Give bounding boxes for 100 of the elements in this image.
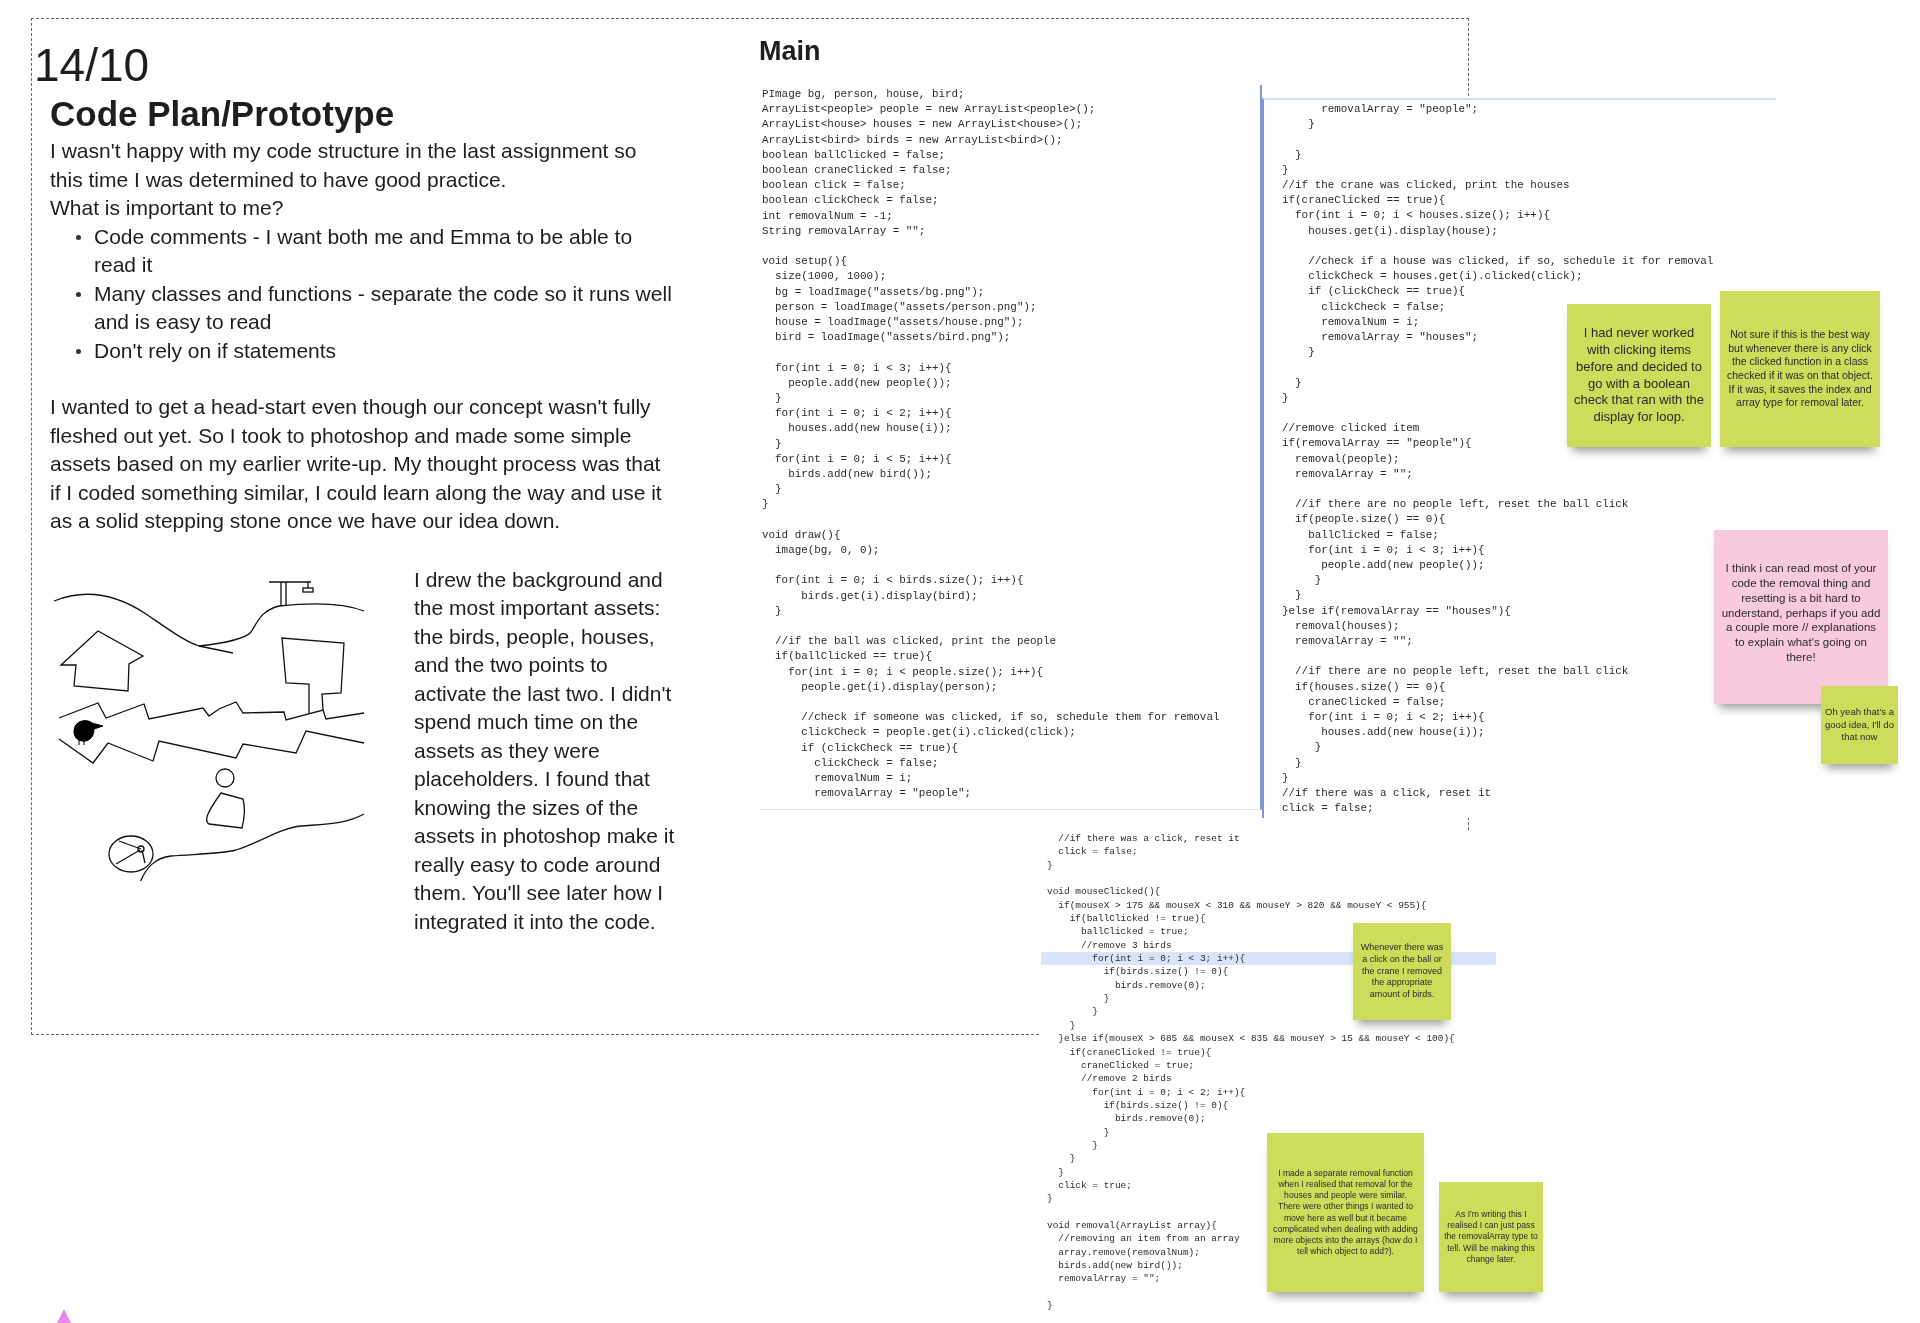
bullet-text: Don't rely on if statements [94,337,338,364]
code-line: boolean craneClicked = false; [762,163,952,178]
code-line: for(int i = 0; i < 3; i++){ [1091,952,1246,966]
code-line: if(craneClicked == true){ [1282,193,1446,209]
code-line: } [1102,992,1110,1006]
sticky-note[interactable]: I think i can read most of your code the removal thing and resetting is a bit hard to understand, perhaps if you add a couple more // explanations to explain what's going on there! [1714,530,1888,704]
code-line: for(int i = 0; i < people.size(); i++){ [787,664,1044,680]
code-line: } [774,436,782,452]
triangle-icon [57,1309,71,1323]
code-line: //if the crane was clicked, print the houses [1282,178,1570,193]
code-line: } [1102,1125,1110,1139]
code-line: removalNum = i; [813,771,913,787]
code-line: //if there was a click, reset it [1282,786,1492,802]
code-line: } [1068,1018,1076,1033]
code-line: removalArray = "houses"; [1320,330,1479,345]
code-line: ballClicked = false; [1307,527,1439,543]
code-line: for(int i = 0; i < 2; i++){ [1091,1085,1246,1099]
code-line: PImage bg, person, house, bird; [762,87,965,102]
code-line: removalArray = ""; [1057,1272,1161,1286]
sticky-note[interactable]: As I'm writing this I realised I can just pass the removalArray type to tell. Will be making this change later. [1439,1182,1543,1292]
code-line: }else if(mouseX > 685 && mouseX < 835 && mouseY > 15 && mouseY < 100){ [1057,1032,1455,1046]
code-line: bg = loadImage("assets/bg.png"); [774,284,985,300]
code-line: ArrayList<house> houses = new ArrayList<house>(); [762,117,1083,133]
code-line: removalArray = ""; [1294,466,1413,482]
code-line: if(mouseX > 175 && mouseX < 310 && mouseY > 820 && mouseY < 955){ [1057,898,1427,913]
code-line: //remove clicked item [1282,421,1420,437]
code-line: craneClicked = false; [1307,694,1446,710]
page-title: Code Plan/Prototype [50,93,396,135]
code-line: birds.add(new bird()); [1057,1259,1183,1273]
code-line: clickCheck = houses.get(i).clicked(click); [1307,269,1583,285]
code-line: people.add(new people()); [1320,558,1485,573]
code-line: if (clickCheck == true){ [1307,284,1465,300]
code-line: } [1307,117,1315,133]
date-heading: 14/10 [34,39,151,91]
code-line: } [1047,1192,1053,1206]
code-line: //if there are no people left, reset the ball click [1294,664,1629,680]
paragraph: What is important to me? [50,195,285,221]
code-line: size(1000, 1000); [774,269,887,285]
code-line: birds.remove(0); [1113,978,1206,993]
code-line: } [774,391,782,407]
code-line: removalNum = i; [1320,314,1420,330]
code-line: } [774,482,782,498]
code-line: clickCheck = false; [813,755,939,771]
code-line: craneClicked = true; [1079,1058,1195,1073]
code-line: } [774,603,782,619]
sticky-note[interactable]: Oh yeah that's a good idea, I'll do that now [1821,686,1898,764]
sticky-note[interactable]: Not sure if this is the best way but whenever there is any click the clicked function in a class checked if it was on that object. If it was, it saves the index and array type for removal later. [1720,291,1880,447]
sticky-note[interactable]: I had never worked with clicking items before and decided to go with a boolean check that ran with the display for loop. [1567,304,1711,447]
code-line: boolean clickCheck = false; [762,193,939,209]
code-line: //check if a house was clicked, if so, schedule it for removal [1307,254,1714,269]
code-line: ballClicked = true; [1079,925,1189,939]
code-line: array.remove(removalNum); [1057,1245,1200,1259]
code-line: birds.add(new bird()); [787,467,932,483]
code-line: for(int i = 0; i < 5; i++){ [774,451,952,467]
code-line: birds.get(i).display(bird); [800,588,978,604]
code-line: boolean click = false; [762,178,906,194]
code-line: if(birds.size() != 0){ [1102,1098,1229,1113]
bullet-text: Many classes and functions - separate the code so it runs well and is easy to read [94,280,672,335]
code-line: //if there was a click, reset it [1057,832,1240,846]
code-line: //check if someone was clicked, if so, schedule them for removal [800,710,1220,726]
code-line: if(ballClicked == true){ [774,649,932,665]
code-line: click = false; [1282,801,1374,817]
code-line: clickCheck = false; [1320,299,1446,315]
code-line: people.get(i).display(person); [800,679,998,695]
bullet-icon [76,291,81,297]
code-line: clickCheck = people.get(i).clicked(click); [800,725,1076,741]
code-line: if (clickCheck == true){ [800,740,959,756]
code-line: bird = loadImage("assets/bird.png"); [774,330,1011,346]
code-line: int removalNum = -1; [762,208,893,224]
code-line: } [1091,1005,1098,1019]
code-line: click = true; [1057,1178,1132,1193]
code-line: void removal(ArrayList array){ [1047,1218,1217,1233]
code-line: } [762,497,769,513]
code-line: }else if(removalArray == "houses"){ [1282,603,1511,619]
code-line: if(removalArray == "people"){ [1282,436,1472,452]
code-line: for(int i = 0; i < 2; i++){ [774,406,952,422]
sticky-note[interactable]: Whenever there was a click on the ball or the crane I removed the appropriate amount of birds. [1353,923,1451,1020]
code-line: //remove 3 birds [1079,938,1172,953]
code-line: for(int i = 0; i < 2; i++){ [1307,710,1485,726]
code-line: removal(houses); [1294,618,1400,634]
code-line: } [1057,1165,1064,1179]
code-line: //if the ball was clicked, print the people [774,634,1057,650]
bullet-icon [76,348,81,354]
code-line: if(ballClicked != true){ [1068,912,1206,926]
code-line: houses.get(i).display(house); [1307,223,1498,239]
bullet-text: Code comments - I want both me and Emma to be able to read it [94,223,634,278]
code-line: //if there are no people left, reset the ball click [1294,497,1629,513]
paragraph: I drew the background and the most important assets: the birds, people, houses, and the two points to activate the last two. I didn't spend much time on the assets as they were placeholders. I found that knowing the sizes of the assets in photoshop make it really easy to code around them. You'll see later how I integrated it into the code. [414,566,676,935]
code-line: } [1313,573,1322,589]
code-line: image(bg, 0, 0); [774,543,880,559]
code-line: //removing an item from an array [1057,1232,1240,1246]
code-line: } [1282,390,1289,406]
code-line: String removalArray = ""; [762,223,926,239]
code-line: ArrayList<bird> birds = new ArrayList<bird>(); [762,132,1063,148]
code-line: } [1068,1152,1076,1166]
code-line: void draw(){ [762,527,841,543]
code-line: removal(people); [1294,451,1400,467]
code-line: } [1294,588,1302,604]
code-line: house = loadImage("assets/house.png"); [774,315,1024,331]
sticky-note[interactable]: I made a separate removal function when I realised that removal for the houses and people were similar. There were other things I wanted to move here as well but it became complicated when dealing with adding more objects into the arrays (how do I tell which object to add?). [1267,1133,1424,1292]
